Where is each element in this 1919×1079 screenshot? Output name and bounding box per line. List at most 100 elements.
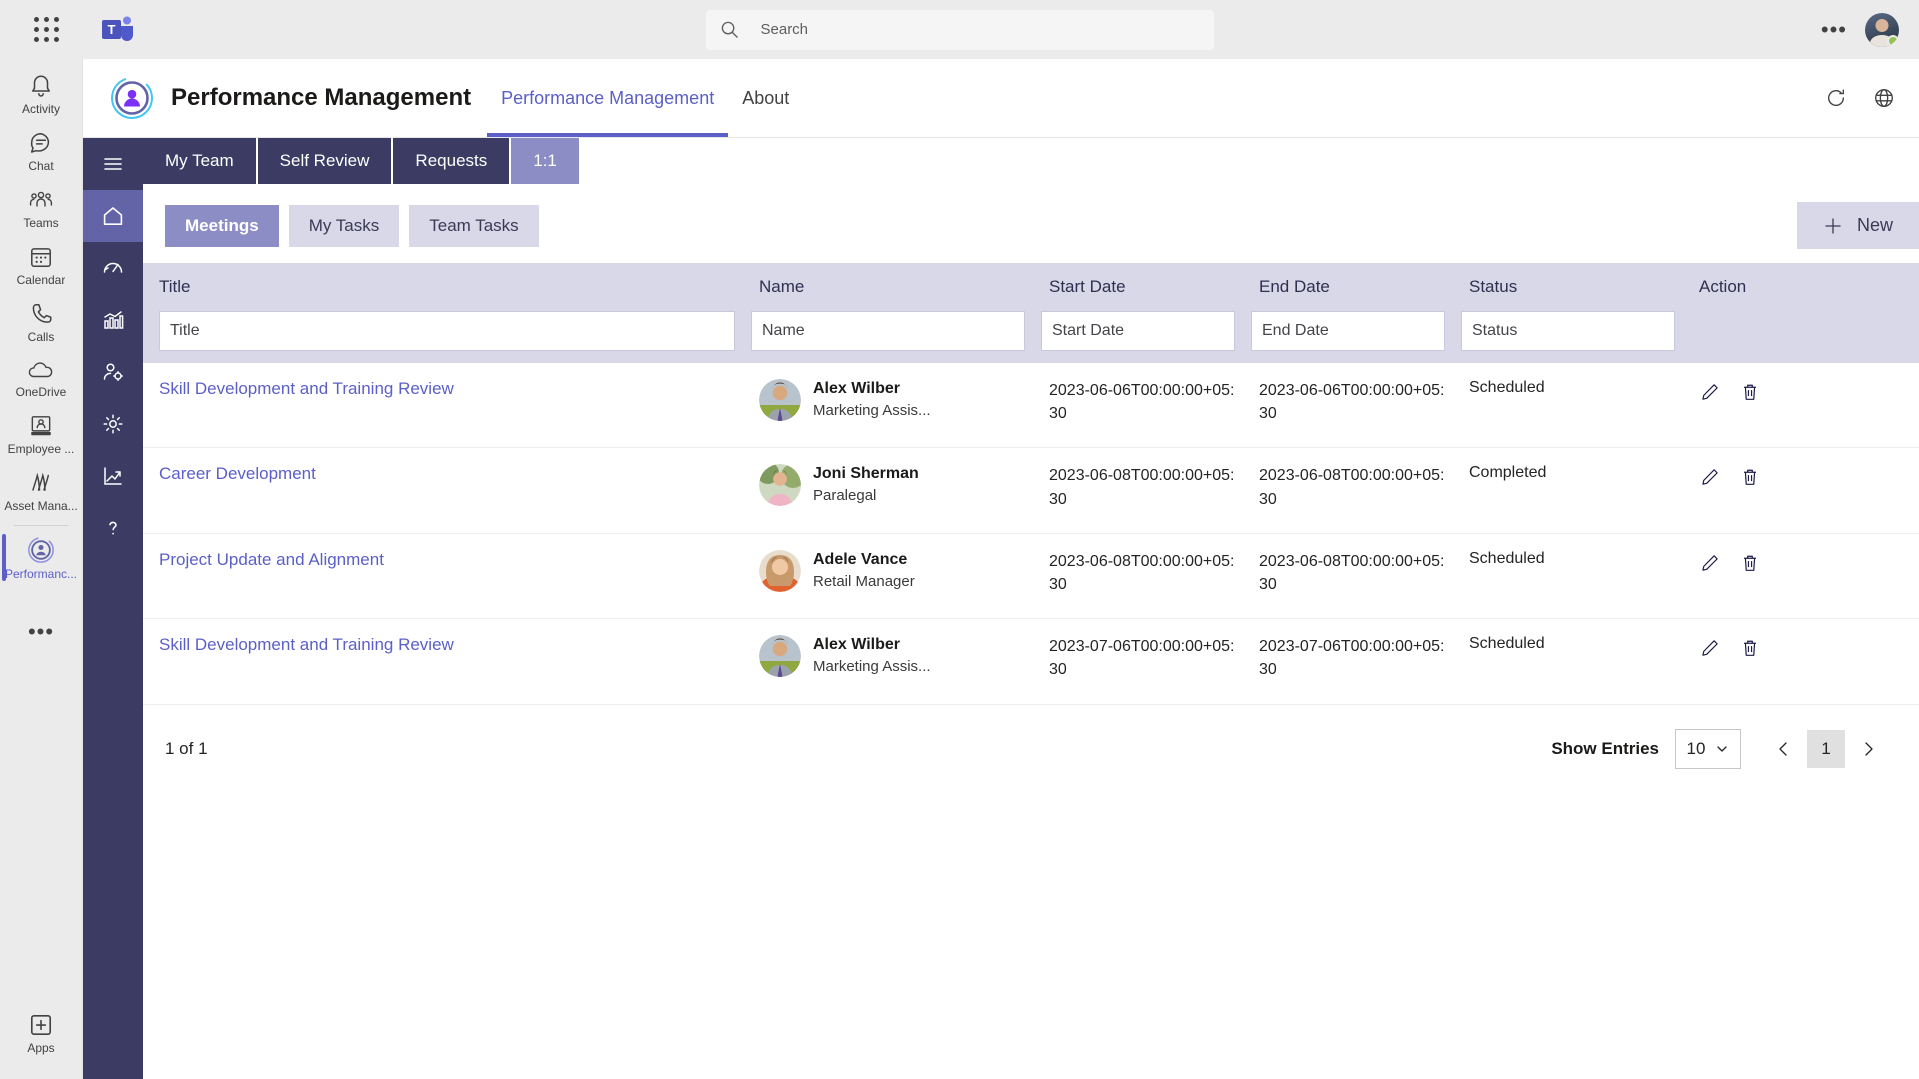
section-tab-self-review[interactable]: Self Review (257, 138, 392, 184)
search-box[interactable] (705, 9, 1214, 50)
trash-icon[interactable] (1739, 637, 1761, 659)
teams-people-icon (28, 187, 54, 213)
nav-help-button[interactable] (83, 502, 143, 554)
filter-input-title[interactable] (159, 311, 735, 351)
app-body: Activity Chat Teams Calendar Calls OneDr… (0, 59, 1919, 1079)
nav-user-settings-button[interactable] (83, 346, 143, 398)
meeting-title-link[interactable]: Project Update and Alignment (159, 550, 384, 569)
table-header-row: Title Name Start Date End Date Status Ac… (143, 263, 1919, 311)
pencil-icon[interactable] (1699, 381, 1721, 403)
table-row[interactable]: Skill Development and Training Review Al… (143, 363, 1919, 448)
rail-more-button[interactable]: ••• (0, 613, 82, 649)
column-header-title[interactable]: Title (143, 263, 743, 311)
chevron-down-icon (1715, 742, 1729, 756)
trash-icon[interactable] (1739, 466, 1761, 488)
sidebar-item-label: Teams (23, 216, 59, 230)
sub-tab-team-tasks[interactable]: Team Tasks (409, 204, 539, 247)
meeting-title-link[interactable]: Career Development (159, 464, 316, 483)
table-row[interactable]: Project Update and Alignment Adele Vance… (143, 533, 1919, 619)
person-name: Alex Wilber (813, 380, 900, 397)
column-header-name[interactable]: Name (743, 263, 1033, 311)
help-icon (101, 516, 125, 540)
filter-cell-name (743, 311, 1033, 363)
globe-icon[interactable] (1873, 87, 1895, 109)
teams-top-bar: T ••• (0, 0, 1919, 59)
tab-about[interactable]: About (728, 59, 803, 137)
sidebar-item-label: OneDrive (15, 385, 67, 399)
sidebar-item-calls[interactable]: Calls (0, 293, 82, 350)
meeting-title-link[interactable]: Skill Development and Training Review (159, 635, 454, 654)
section-tab-label: My Team (165, 151, 234, 170)
pencil-icon[interactable] (1699, 552, 1721, 574)
sidebar-item-teams[interactable]: Teams (0, 179, 82, 236)
app-frame: My Team Self Review Requests 1:1 Meeting… (83, 138, 1919, 1079)
section-tab-label: 1:1 (533, 151, 557, 170)
sidebar-item-chat[interactable]: Chat (0, 122, 82, 179)
alex-wilber-avatar (759, 379, 801, 421)
column-header-end-date[interactable]: End Date (1243, 263, 1453, 311)
app-launcher-button[interactable] (20, 17, 72, 42)
sidebar-item-asset-management[interactable]: Asset Mana... (0, 462, 82, 519)
sidebar-item-performance-management[interactable]: Performanc... (0, 528, 82, 587)
page-number-1[interactable]: 1 (1807, 729, 1845, 768)
filter-input-name[interactable] (751, 311, 1025, 351)
nav-settings-button[interactable] (83, 398, 143, 450)
sub-tab-meetings[interactable]: Meetings (165, 204, 279, 247)
nav-gauge-button[interactable] (83, 242, 143, 294)
meetings-table-wrapper: Title Name Start Date End Date Status Ac… (143, 249, 1919, 705)
asset-icon (28, 470, 54, 496)
filter-input-status[interactable] (1461, 311, 1675, 351)
hamburger-menu-button[interactable] (83, 138, 143, 190)
filter-input-end-date[interactable] (1251, 311, 1445, 351)
pencil-icon[interactable] (1699, 637, 1721, 659)
chevron-right-icon[interactable] (1851, 732, 1885, 766)
cell-title: Skill Development and Training Review (143, 619, 743, 704)
home-icon (101, 204, 125, 228)
new-button[interactable]: New (1796, 202, 1919, 249)
refresh-icon[interactable] (1825, 87, 1847, 109)
user-avatar[interactable] (1865, 12, 1899, 47)
tab-performance-management[interactable]: Performance Management (487, 59, 729, 137)
nav-trends-button[interactable] (83, 450, 143, 502)
table-row[interactable]: Skill Development and Training Review Al… (143, 619, 1919, 704)
search-input[interactable] (760, 21, 1200, 38)
sidebar-item-calendar[interactable]: Calendar (0, 236, 82, 293)
filter-cell-start-date (1033, 311, 1243, 363)
person-cell: Adele Vance Retail Manager (759, 549, 1033, 592)
section-tab-requests[interactable]: Requests (393, 138, 510, 184)
show-entries-label: Show Entries (1551, 738, 1659, 758)
cell-start-date: 2023-06-08T00:00:00+05:30 (1049, 552, 1235, 593)
trash-icon[interactable] (1739, 381, 1761, 403)
column-header-start-date[interactable]: Start Date (1033, 263, 1243, 311)
nav-reports-button[interactable] (83, 294, 143, 346)
section-tab-my-team[interactable]: My Team (143, 138, 256, 184)
meeting-title-link[interactable]: Skill Development and Training Review (159, 379, 454, 398)
filter-input-start-date[interactable] (1041, 311, 1235, 351)
table-header: Title Name Start Date End Date Status Ac… (143, 263, 1919, 363)
pagination-controls: Show Entries 10 1 (1551, 728, 1885, 769)
joni-sherman-avatar (759, 464, 801, 507)
column-header-status[interactable]: Status (1453, 263, 1683, 311)
section-tab-list: My Team Self Review Requests 1:1 (143, 138, 1919, 184)
sidebar-item-activity[interactable]: Activity (0, 65, 82, 122)
app-side-nav (83, 138, 143, 1079)
table-row[interactable]: Career Development Joni Sherman Paralega… (143, 448, 1919, 534)
page-size-select[interactable]: 10 (1675, 728, 1741, 769)
row-actions (1699, 635, 1919, 659)
chevron-left-icon[interactable] (1767, 732, 1801, 766)
trash-icon[interactable] (1739, 552, 1761, 574)
cell-action (1683, 363, 1919, 448)
nav-home-button[interactable] (83, 190, 143, 242)
pencil-icon[interactable] (1699, 466, 1721, 488)
sub-tab-my-tasks[interactable]: My Tasks (288, 204, 400, 247)
section-tab-one-on-one[interactable]: 1:1 (511, 138, 579, 184)
cell-name: Adele Vance Retail Manager (743, 533, 1033, 618)
page-nav: 1 (1767, 729, 1885, 768)
sidebar-item-employee[interactable]: Employee ... (0, 405, 82, 462)
top-bar-more-button[interactable]: ••• (1821, 18, 1847, 41)
sidebar-item-onedrive[interactable]: OneDrive (0, 350, 82, 405)
sub-tab-label: My Tasks (308, 215, 380, 235)
sidebar-item-apps[interactable]: Apps (0, 1004, 82, 1061)
cell-name: Joni Sherman Paralegal (743, 448, 1033, 533)
sidebar-item-label: Activity (21, 102, 60, 116)
